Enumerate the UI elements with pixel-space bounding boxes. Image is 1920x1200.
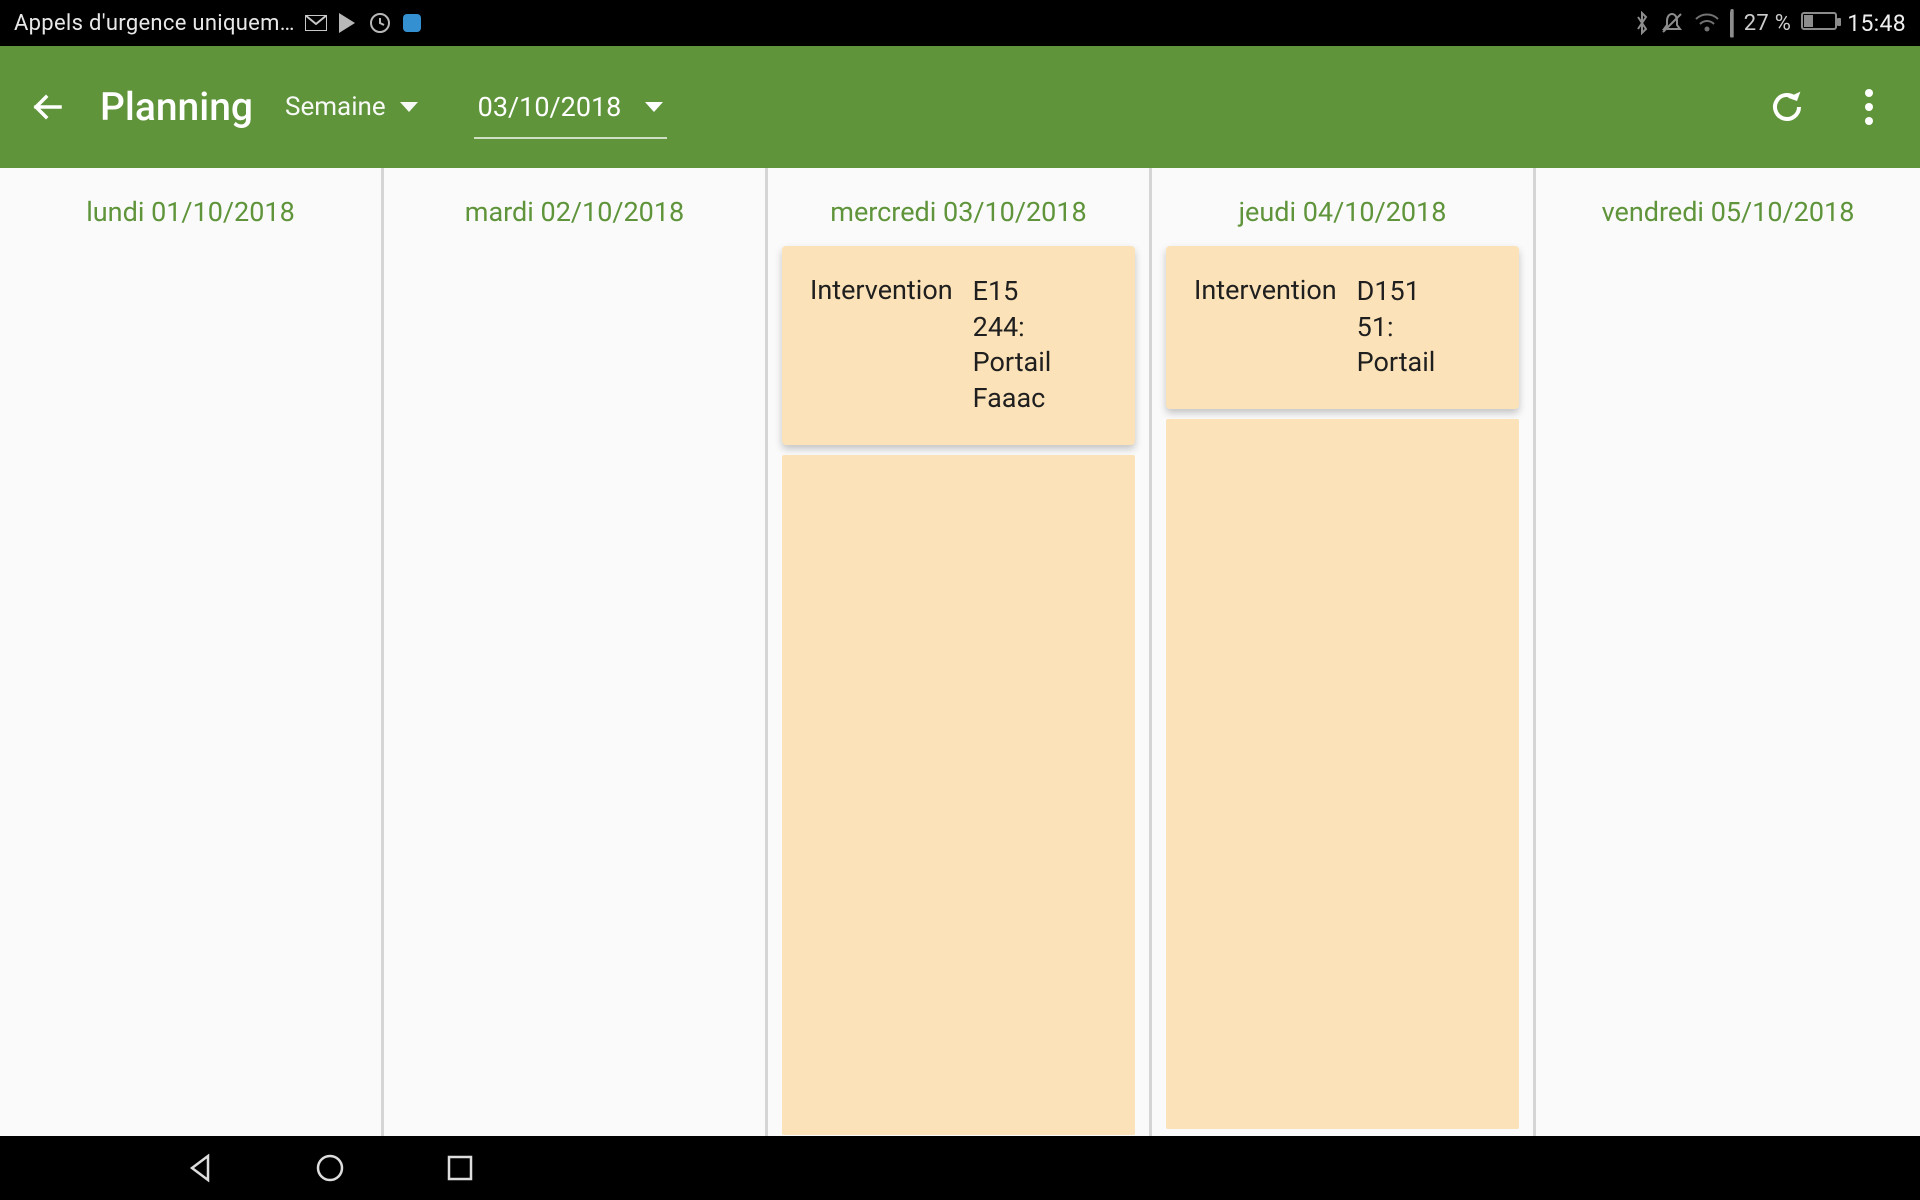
day-body xyxy=(384,246,765,1136)
status-time: 15:48 xyxy=(1847,10,1906,37)
battery-percent: 27 % xyxy=(1744,11,1792,36)
mail-icon xyxy=(305,12,327,34)
date-picker-dropdown[interactable]: 03/10/2018 xyxy=(474,75,668,139)
event-card[interactable]: Intervention D151 51: Portail xyxy=(1166,246,1519,409)
day-column: vendredi 05/10/2018 xyxy=(1536,168,1920,1136)
event-title: Intervention xyxy=(1194,274,1337,381)
day-column: mercredi 03/10/2018 Intervention E15 244: … xyxy=(768,168,1152,1136)
day-body: Intervention E15 244: Portail Faaac xyxy=(768,246,1149,1136)
android-nav-bar xyxy=(0,1136,1920,1200)
status-carrier-text: Appels d'urgence uniquem… xyxy=(14,11,295,36)
day-body xyxy=(0,246,381,1136)
page-title: Planning xyxy=(100,84,253,130)
android-status-bar: Appels d'urgence uniquem… xyxy=(0,0,1920,46)
day-column: mardi 02/10/2018 xyxy=(384,168,768,1136)
event-card[interactable]: Intervention E15 244: Portail Faaac xyxy=(782,246,1135,445)
chevron-down-icon xyxy=(400,102,418,112)
app-bar: Planning Semaine 03/10/2018 xyxy=(0,46,1920,168)
day-column: jeudi 04/10/2018 Intervention D151 51: Por… xyxy=(1152,168,1536,1136)
day-header: mardi 02/10/2018 xyxy=(384,168,765,246)
nav-recent-button[interactable] xyxy=(440,1148,480,1188)
app-notification-icon xyxy=(401,12,423,34)
day-header: mercredi 03/10/2018 xyxy=(768,168,1149,246)
event-title: Intervention xyxy=(810,274,953,417)
day-column: lundi 01/10/2018 xyxy=(0,168,384,1136)
date-picker-value: 03/10/2018 xyxy=(478,91,622,123)
sdcard-icon: ! xyxy=(1730,11,1734,36)
bluetooth-icon xyxy=(1634,11,1650,35)
week-grid: lundi 01/10/2018mardi 02/10/2018mercredi… xyxy=(0,168,1920,1136)
day-background xyxy=(1166,419,1519,1129)
sync-icon xyxy=(369,12,391,34)
refresh-button[interactable] xyxy=(1760,80,1814,134)
chevron-down-icon xyxy=(645,102,663,112)
day-header: jeudi 04/10/2018 xyxy=(1152,168,1533,246)
nav-back-button[interactable] xyxy=(180,1148,220,1188)
day-body xyxy=(1536,246,1920,1136)
wifi-icon xyxy=(1694,13,1720,33)
day-body: Intervention D151 51: Portail xyxy=(1152,246,1533,1136)
overflow-menu-button[interactable] xyxy=(1842,80,1896,134)
mute-icon xyxy=(1660,11,1684,35)
day-background xyxy=(782,455,1135,1135)
nav-home-button[interactable] xyxy=(310,1148,350,1188)
event-detail: E15 244: Portail Faaac xyxy=(973,274,1052,417)
event-detail: D151 51: Portail xyxy=(1357,274,1436,381)
day-header: vendredi 05/10/2018 xyxy=(1536,168,1920,246)
play-store-icon xyxy=(337,12,359,34)
back-button[interactable] xyxy=(24,83,72,131)
view-mode-dropdown[interactable]: Semaine xyxy=(281,86,422,128)
day-header: lundi 01/10/2018 xyxy=(0,168,381,246)
view-mode-label: Semaine xyxy=(285,92,386,122)
battery-icon xyxy=(1801,11,1837,36)
